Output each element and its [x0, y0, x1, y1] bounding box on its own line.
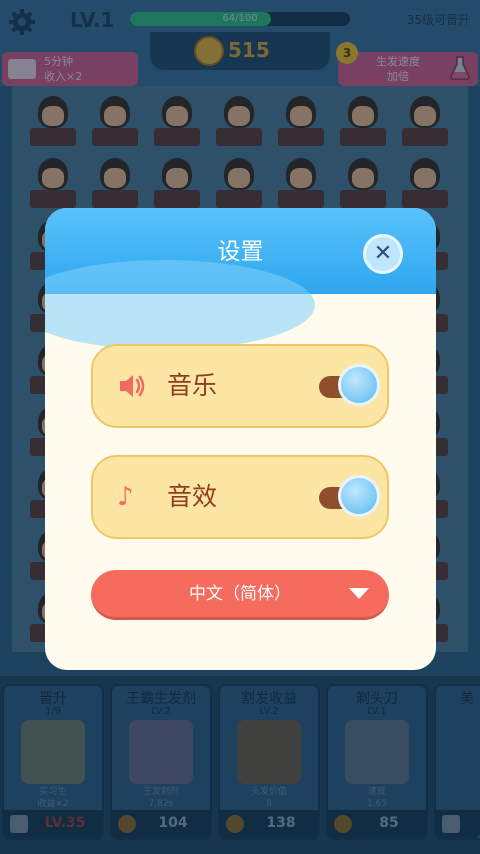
speaker-icon — [120, 375, 145, 397]
language-select[interactable]: 中文（简体） — [91, 570, 389, 620]
language-value: 中文（简体） — [189, 584, 291, 604]
sfx-label: 音效 — [167, 482, 218, 511]
settings-dialog: 设置 ✕ 音乐 ♪ 音效 中文（简体） — [45, 208, 436, 670]
music-toggle-knob[interactable] — [338, 364, 380, 406]
music-note-icon: ♪ — [117, 482, 134, 512]
close-button[interactable]: ✕ — [363, 234, 403, 274]
dialog-header: 设置 ✕ — [45, 208, 436, 350]
sfx-toggle-knob[interactable] — [338, 475, 380, 517]
chevron-down-icon — [349, 588, 369, 599]
sfx-setting-row: ♪ 音效 — [91, 455, 389, 539]
music-setting-row: 音乐 — [91, 344, 389, 428]
close-icon: ✕ — [373, 241, 393, 266]
music-label: 音乐 — [167, 371, 218, 400]
